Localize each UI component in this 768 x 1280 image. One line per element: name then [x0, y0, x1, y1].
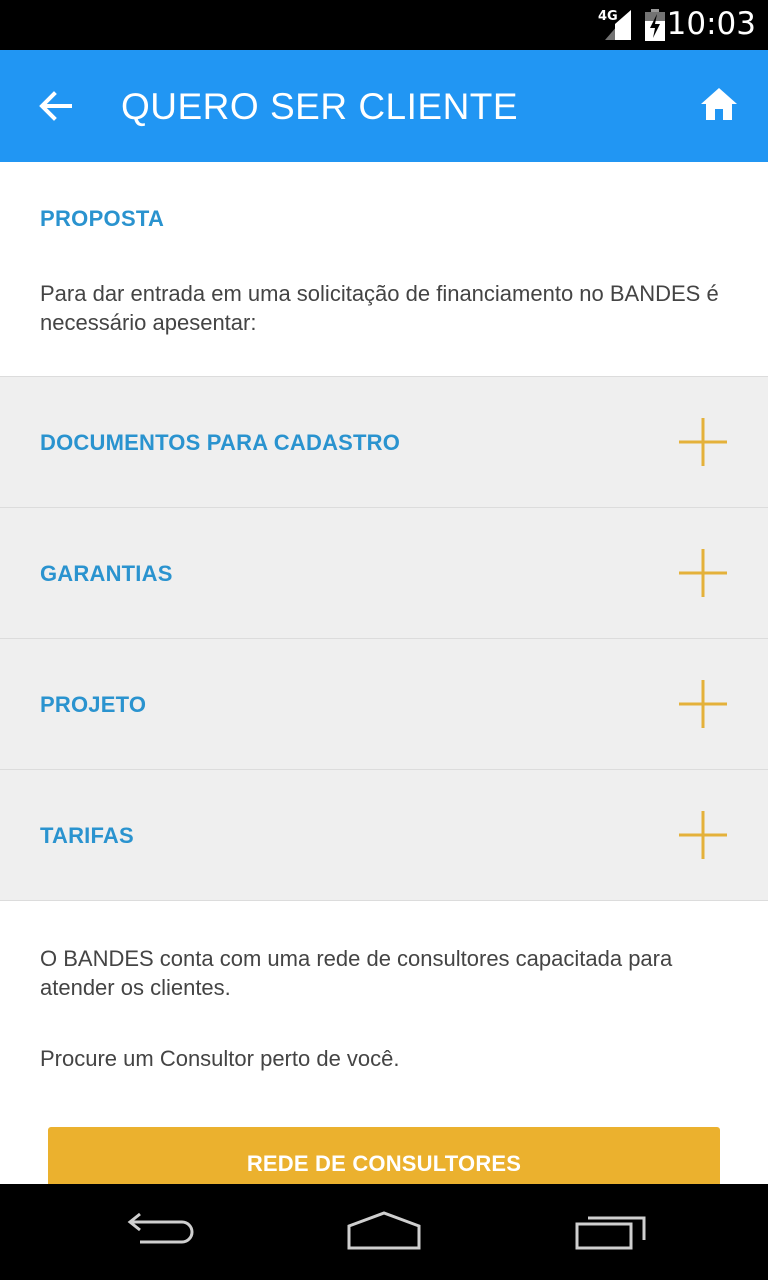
accordion-item-projeto[interactable]: PROJETO [0, 638, 768, 769]
consultants-network-button[interactable]: REDE DE CONSULTORES [48, 1127, 720, 1184]
accordion-label: DOCUMENTOS PARA CADASTRO [40, 430, 401, 455]
home-icon[interactable] [699, 86, 739, 122]
consultants-text: O BANDES conta com uma rede de consultor… [40, 946, 673, 1000]
battery-icon [645, 9, 665, 41]
accordion-label: GARANTIAS [40, 561, 173, 586]
find-consultant-text: Procure um Consultor perto de você. [40, 1046, 400, 1071]
divider [0, 900, 768, 901]
accordion-item-tarifas[interactable]: TARIFAS [0, 769, 768, 900]
nav-back-icon[interactable] [126, 1210, 194, 1246]
nav-home-icon[interactable] [346, 1210, 422, 1250]
accordion-label: TARIFAS [40, 823, 134, 848]
plus-icon[interactable] [679, 418, 727, 466]
main-content: PROPOSTA Para dar entrada em uma solicit… [0, 162, 768, 1184]
status-bar: 4G 10:03 [0, 0, 768, 50]
system-nav-bar [0, 1184, 768, 1280]
intro-text: Para dar entrada em uma solicitação de f… [40, 281, 719, 335]
accordion-item-documentos[interactable]: DOCUMENTOS PARA CADASTRO [0, 376, 768, 507]
nav-recents-icon[interactable] [574, 1210, 648, 1252]
app-bar: QUERO SER CLIENTE [0, 50, 768, 162]
section-title: PROPOSTA [40, 206, 165, 231]
plus-icon[interactable] [679, 680, 727, 728]
clock: 10:03 [666, 6, 756, 42]
accordion-label: PROJETO [40, 692, 147, 717]
signal-icon [605, 10, 631, 40]
plus-icon[interactable] [679, 811, 727, 859]
accordion-item-garantias[interactable]: GARANTIAS [0, 507, 768, 638]
plus-icon[interactable] [679, 549, 727, 597]
arrow-left-icon[interactable] [36, 86, 76, 126]
page-title: QUERO SER CLIENTE [121, 86, 519, 127]
